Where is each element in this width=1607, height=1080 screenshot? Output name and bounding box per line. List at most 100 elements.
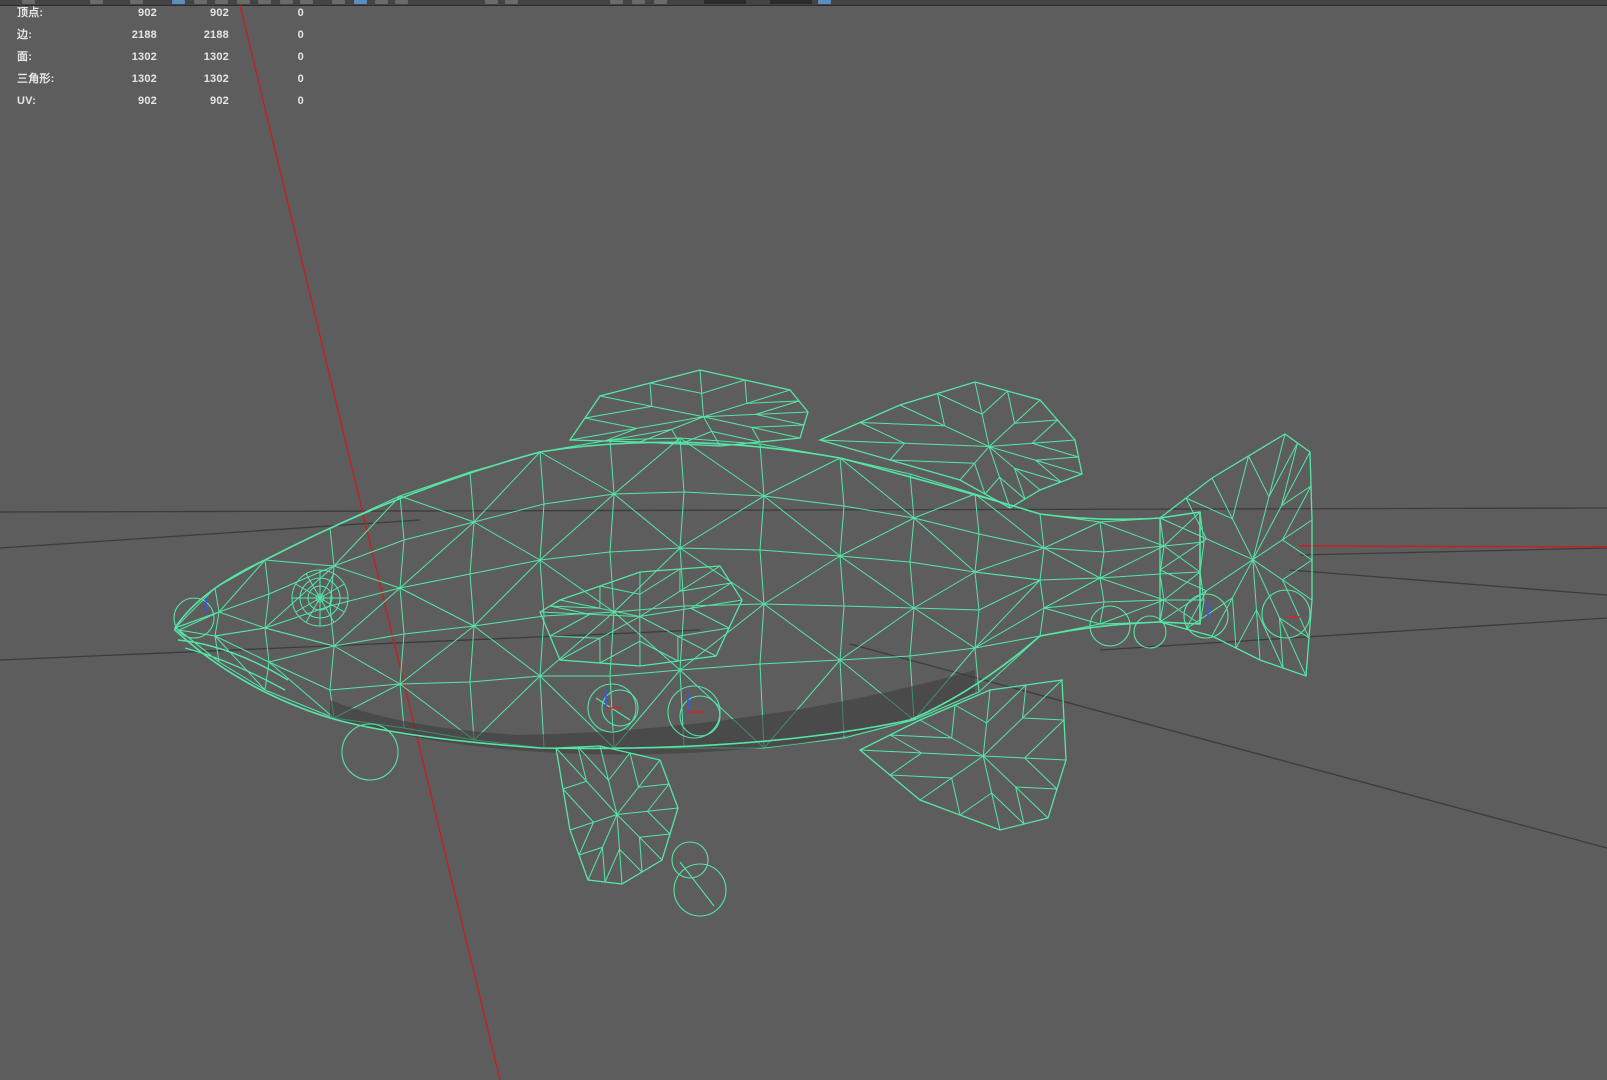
mesh-edge — [913, 571, 976, 609]
mesh-edge — [333, 539, 405, 567]
mesh-edge — [609, 611, 615, 677]
mesh-edge — [218, 611, 266, 629]
fin-edge — [1248, 455, 1270, 498]
mesh-edge — [679, 491, 685, 549]
mesh-edge — [913, 607, 976, 649]
mesh-edge — [473, 625, 541, 677]
fin-edge — [619, 848, 643, 873]
mesh-edge — [1039, 547, 1045, 581]
fin-edge — [889, 752, 922, 776]
mesh-edge — [759, 659, 841, 665]
mesh-edge — [473, 615, 545, 627]
mesh-edge — [264, 627, 270, 663]
mesh-edge — [909, 473, 915, 519]
3d-viewport[interactable]: 顶点: 902 902 0 边: 2188 2188 0 面: 1302 1302 0 三角形: 1302… — [0, 0, 1607, 1080]
mesh-edge — [399, 471, 471, 497]
fin-edge — [599, 585, 640, 595]
mesh-edge — [399, 573, 471, 589]
hud-value: 2188 — [131, 29, 157, 41]
mesh-edge — [1099, 551, 1105, 579]
hud-value: 1302 — [203, 73, 229, 85]
hud-label: 三角形: — [17, 73, 55, 85]
fin-edge — [991, 792, 1025, 825]
mesh-edge — [974, 571, 1041, 581]
mesh-edge — [539, 615, 545, 677]
mesh-edge — [399, 625, 475, 685]
mesh-edge — [763, 495, 845, 507]
scene-canvas[interactable] — [0, 0, 1607, 1080]
fin-edge — [959, 792, 992, 816]
hud-value: 902 — [210, 7, 229, 19]
mesh-edge — [978, 579, 1041, 611]
mesh-edge — [759, 549, 765, 605]
mesh-edge — [909, 561, 915, 609]
mesh-edge — [1039, 513, 1045, 549]
mesh-edge — [609, 493, 615, 553]
mesh-edge — [399, 587, 475, 627]
mesh-edge — [839, 605, 845, 661]
mesh-edge — [763, 495, 841, 557]
rig-joint-spoke — [595, 697, 631, 721]
fin-edge — [1185, 497, 1207, 540]
mesh-edge — [679, 663, 761, 671]
mesh-edge — [469, 559, 541, 575]
mesh-edge — [613, 491, 685, 495]
fin-edge — [1015, 786, 1025, 825]
fin-edge — [937, 393, 946, 426]
rig-joint-circle — [673, 863, 727, 917]
mesh-edge — [613, 547, 681, 613]
mesh-edge — [839, 555, 915, 609]
hud-value: 1302 — [131, 73, 157, 85]
fin-edge — [629, 752, 639, 788]
mesh-edge — [473, 451, 541, 523]
mesh-edge — [839, 555, 845, 607]
dorsal-fin-front — [568, 369, 809, 447]
mesh-edge — [759, 443, 765, 497]
fin-edge — [889, 734, 922, 754]
fin-edge — [647, 783, 670, 812]
fin-edge — [1014, 467, 1062, 483]
hud-value: 1302 — [131, 51, 157, 63]
mesh-edge — [909, 473, 976, 495]
hud-label: 边: — [17, 29, 33, 41]
fin-edge — [1231, 597, 1237, 649]
rig-joint-circle — [671, 841, 709, 879]
fish-wireframe-mesh — [174, 437, 1205, 755]
mesh-edge — [399, 539, 405, 589]
fin-edge — [677, 627, 730, 637]
hud-value: 902 — [138, 95, 157, 107]
mesh-edge — [1163, 545, 1201, 573]
mesh-edge — [264, 559, 270, 595]
mesh-edge — [839, 607, 915, 661]
mesh-edge — [473, 521, 541, 561]
fin-edge — [954, 704, 987, 724]
mesh-edge — [759, 549, 841, 557]
fin-edge — [608, 752, 631, 781]
mesh-edge — [679, 547, 685, 607]
mesh-edge — [539, 559, 545, 617]
mesh-edge — [1043, 547, 1101, 579]
hud-value: 2188 — [203, 29, 229, 41]
fin-edge — [1185, 597, 1233, 630]
fin-edge — [859, 422, 905, 444]
mesh-edge — [399, 681, 471, 685]
fin-edge — [549, 635, 600, 639]
fin-edge — [951, 704, 956, 739]
fin-edge — [562, 780, 587, 790]
fin-edge — [701, 379, 746, 394]
fin-edge — [986, 684, 1027, 724]
mesh-edge — [843, 505, 915, 519]
mesh-edge — [473, 675, 541, 741]
mesh-edge — [214, 587, 220, 613]
mesh-edge — [268, 661, 335, 719]
rig-joint-circle — [1261, 589, 1311, 639]
fin-edge — [1031, 442, 1079, 458]
fin-edge — [649, 382, 702, 394]
mesh-edge — [1099, 577, 1165, 601]
fin-edge — [1024, 719, 1065, 759]
mesh-edge — [843, 605, 915, 609]
fin-edge — [1282, 485, 1312, 541]
mesh-edge — [1099, 521, 1105, 553]
mesh-edge — [909, 607, 915, 657]
fin-edge — [1007, 390, 1016, 424]
